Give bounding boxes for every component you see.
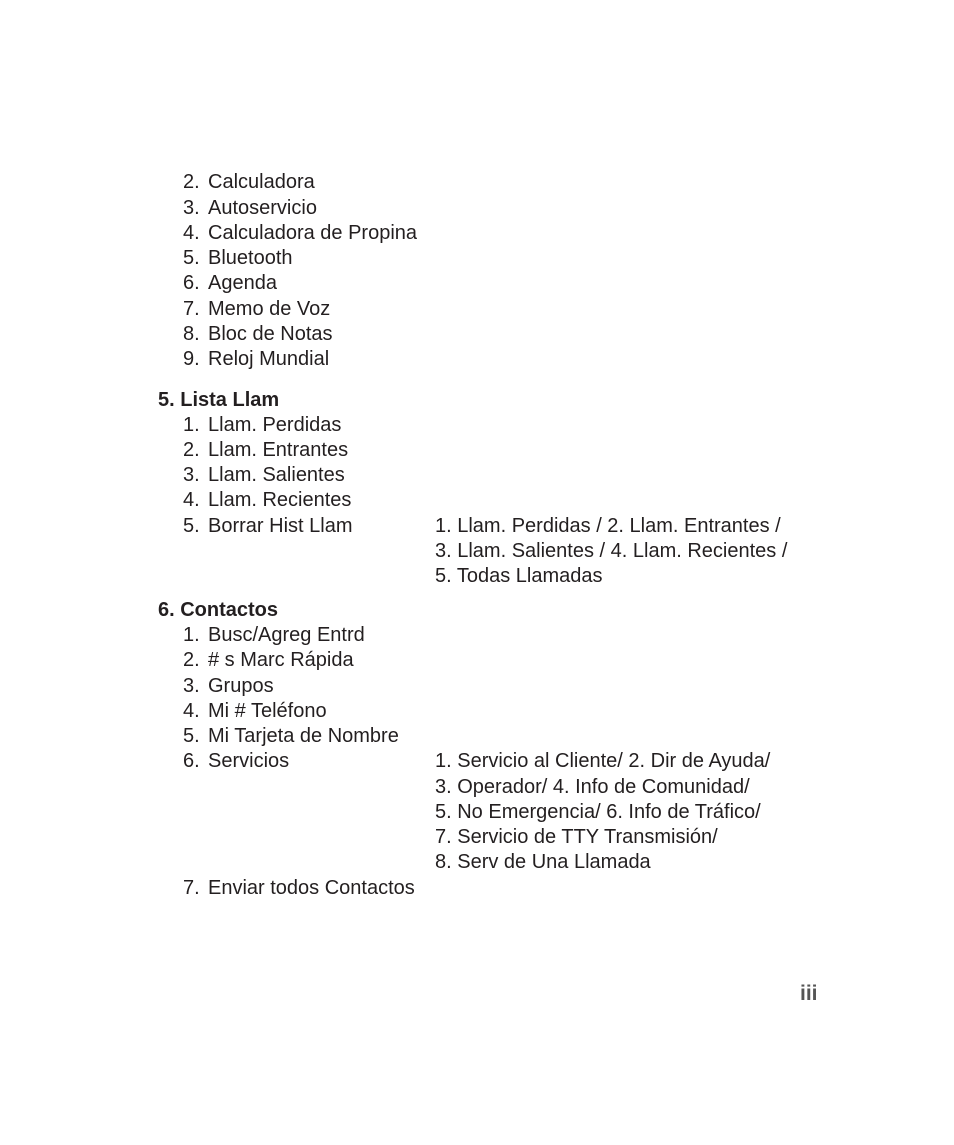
section-heading-contactos: 6. Contactos xyxy=(158,599,279,621)
submenu-option-line: 5. Todas Llamadas xyxy=(435,565,603,587)
submenu-option-line: 3. Operador/ 4. Info de Comunidad/ xyxy=(435,776,750,798)
submenu-option-line: 7. Servicio de TTY Transmisión/ xyxy=(435,826,718,848)
submenu-option-line: 1. Llam. Perdidas / 2. Llam. Entrantes / xyxy=(435,515,781,537)
submenu-option-line: 1. Servicio al Cliente/ 2. Dir de Ayuda/ xyxy=(435,750,771,772)
page-number: iii xyxy=(800,982,818,1005)
submenu-option-line: 8. Serv de Una Llamada xyxy=(435,851,651,873)
submenu-option-line: 5. No Emergencia/ 6. Info de Tráfico/ xyxy=(435,801,761,823)
submenu-option-line: 3. Llam. Salientes / 4. Llam. Recientes … xyxy=(435,540,788,562)
section-heading-lista-llam: 5. Lista Llam xyxy=(158,389,280,411)
